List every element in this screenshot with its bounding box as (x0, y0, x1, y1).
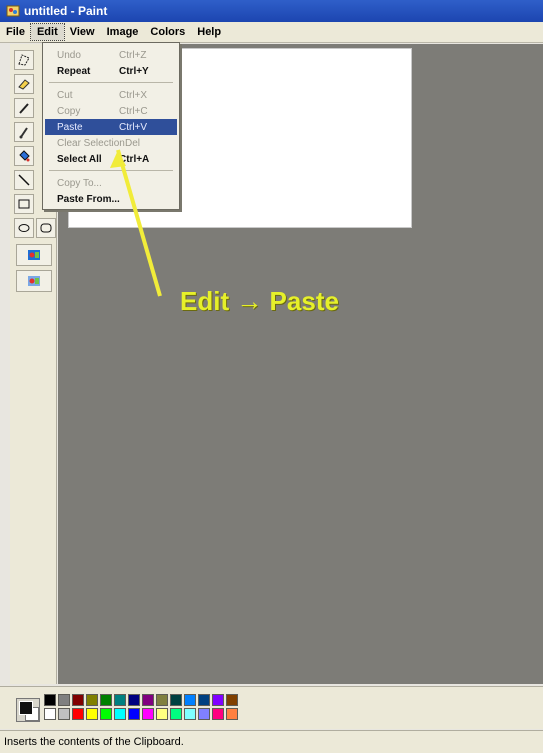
menu-separator (49, 170, 173, 171)
palette-color-top-0[interactable] (44, 694, 56, 706)
palette-color-bottom-0[interactable] (44, 708, 56, 720)
eraser-tool[interactable] (14, 74, 34, 94)
palette-color-bottom-7[interactable] (142, 708, 154, 720)
line-icon (18, 174, 30, 186)
palette-color-top-7[interactable] (142, 694, 154, 706)
brush-tool[interactable] (14, 122, 34, 142)
menu-item-select-all[interactable]: Select All Ctrl+A (45, 151, 177, 167)
palette-color-top-5[interactable] (114, 694, 126, 706)
current-colors-indicator[interactable] (16, 698, 40, 722)
palette-color-top-12[interactable] (212, 694, 224, 706)
palette-color-bottom-1[interactable] (58, 708, 70, 720)
menu-image[interactable]: Image (101, 24, 145, 40)
fill-bucket-icon (19, 150, 30, 162)
menu-item-copy[interactable]: Copy Ctrl+C (45, 103, 177, 119)
menu-help[interactable]: Help (191, 24, 227, 40)
foreground-color-swatch (19, 701, 33, 715)
palette-color-top-8[interactable] (156, 694, 168, 706)
palette-color-top-1[interactable] (58, 694, 70, 706)
opaque-mode-icon (28, 250, 40, 260)
ellipse-icon (18, 224, 30, 232)
window-title: untitled - Paint (24, 4, 108, 18)
menu-item-clear-selection[interactable]: Clear Selection Del (45, 135, 177, 151)
palette-color-bottom-13[interactable] (226, 708, 238, 720)
palette-color-bottom-10[interactable] (184, 708, 196, 720)
edit-menu-dropdown: Undo Ctrl+Z Repeat Ctrl+Y Cut Ctrl+X Cop… (42, 42, 180, 210)
paint-app-icon (6, 5, 20, 17)
fill-tool[interactable] (14, 146, 34, 166)
palette-color-bottom-5[interactable] (114, 708, 126, 720)
palette-color-bottom-8[interactable] (156, 708, 168, 720)
menu-view[interactable]: View (64, 24, 101, 40)
brush-icon (19, 127, 28, 139)
palette-color-top-3[interactable] (86, 694, 98, 706)
title-bar: untitled - Paint (0, 0, 543, 22)
menu-item-paste[interactable]: Paste Ctrl+V (45, 119, 177, 135)
transparent-mode-icon (28, 276, 40, 286)
transparent-mode-button[interactable] (16, 270, 52, 292)
menu-separator (49, 82, 173, 83)
menu-item-paste-from[interactable]: Paste From... (45, 191, 177, 207)
palette-color-top-9[interactable] (170, 694, 182, 706)
rectangle-tool[interactable] (14, 194, 34, 214)
palette-color-bottom-11[interactable] (198, 708, 210, 720)
free-select-icon (18, 54, 30, 66)
eraser-icon (18, 79, 30, 90)
status-bar: Inserts the contents of the Clipboard. (0, 730, 543, 753)
palette-color-bottom-4[interactable] (100, 708, 112, 720)
palette-color-top-2[interactable] (72, 694, 84, 706)
palette-color-bottom-2[interactable] (72, 708, 84, 720)
menu-bar: File Edit View Image Colors Help (0, 22, 543, 43)
palette-color-top-11[interactable] (198, 694, 210, 706)
palette-color-top-6[interactable] (128, 694, 140, 706)
palette-color-bottom-9[interactable] (170, 708, 182, 720)
opaque-mode-button[interactable] (16, 244, 52, 266)
menu-item-cut[interactable]: Cut Ctrl+X (45, 87, 177, 103)
menu-item-repeat[interactable]: Repeat Ctrl+Y (45, 63, 177, 79)
palette-color-bottom-3[interactable] (86, 708, 98, 720)
status-text: Inserts the contents of the Clipboard. (4, 736, 184, 748)
menu-colors[interactable]: Colors (144, 24, 191, 40)
menu-file[interactable]: File (0, 24, 31, 40)
palette-color-bottom-12[interactable] (212, 708, 224, 720)
rectangle-icon (18, 199, 30, 209)
line-tool[interactable] (14, 170, 34, 190)
pencil-icon (19, 103, 29, 114)
palette-color-top-13[interactable] (226, 694, 238, 706)
menu-edit[interactable]: Edit (29, 23, 65, 41)
menu-item-copy-to[interactable]: Copy To... (45, 175, 177, 191)
pencil-tool[interactable] (14, 98, 34, 118)
palette-color-top-4[interactable] (100, 694, 112, 706)
palette-color-bottom-6[interactable] (128, 708, 140, 720)
palette-color-top-10[interactable] (184, 694, 196, 706)
menu-item-undo[interactable]: Undo Ctrl+Z (45, 47, 177, 63)
free-form-select-tool[interactable] (14, 50, 34, 70)
rounded-rectangle-tool[interactable] (36, 218, 56, 238)
annotation-label: Edit → Paste (180, 286, 339, 316)
ellipse-tool[interactable] (14, 218, 34, 238)
rounded-rectangle-icon (40, 223, 52, 233)
